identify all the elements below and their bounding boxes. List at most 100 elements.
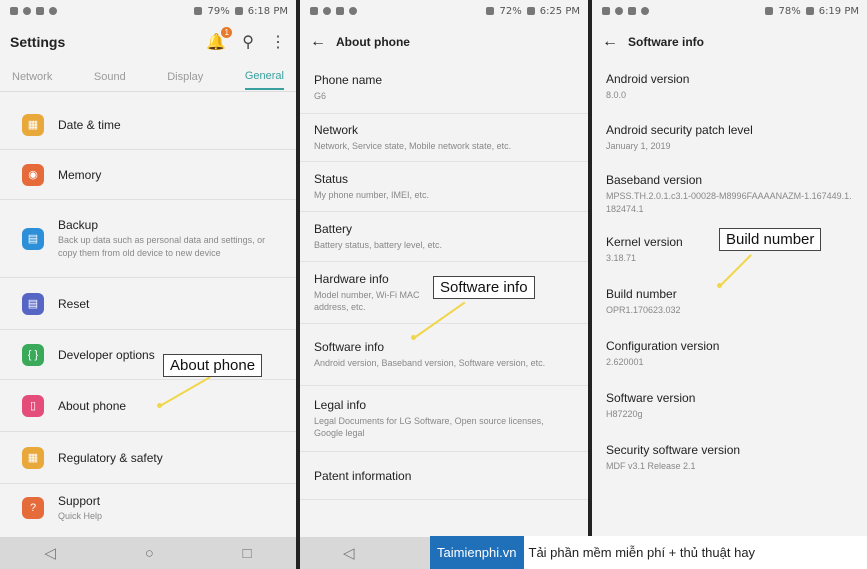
notification-icon: [310, 7, 318, 15]
support-icon: ?: [22, 497, 44, 519]
info-item-battery[interactable]: Battery Battery status, battery level, e…: [300, 212, 588, 262]
regulatory-icon: ▦: [22, 446, 44, 469]
info-item-label: Software info: [314, 339, 385, 354]
notification-icon: [323, 7, 331, 15]
more-options-icon[interactable]: ⋮: [270, 32, 286, 52]
developer-icon: { }: [22, 343, 44, 366]
software-info-screen: 78% 6:19 PM ← Software info Android vers…: [592, 0, 867, 569]
callout-pointer-dot: [411, 335, 416, 340]
page-title: Software info: [628, 35, 705, 49]
info-item-security-patch[interactable]: Android security patch level January 1, …: [592, 112, 867, 164]
callout-software-info: Software info: [433, 276, 535, 299]
menu-item-about-phone[interactable]: ▯ About phone: [0, 380, 296, 432]
info-item-software-version[interactable]: Software version H87220g: [592, 380, 867, 432]
home-nav-icon[interactable]: ○: [145, 545, 154, 562]
info-item-status[interactable]: Status My phone number, IMEI, etc.: [300, 162, 588, 212]
info-item-patent-information[interactable]: Patent information: [300, 452, 588, 500]
notification-icon: [49, 7, 57, 15]
menu-item-label: Reset: [58, 296, 90, 311]
info-item-label: Patent information: [314, 468, 412, 483]
info-item-value: 8.0.0: [606, 90, 627, 101]
watermark-text: Tải phần mềm miễn phí + thủ thuật hay: [523, 536, 867, 569]
info-item-value: 3.18.71: [606, 253, 637, 264]
notification-icon: [615, 7, 623, 15]
software-info-list: Android version 8.0.0 Android security p…: [592, 62, 867, 484]
back-nav-icon[interactable]: ◁: [343, 544, 355, 562]
page-title: About phone: [336, 35, 410, 49]
tab-general[interactable]: General: [244, 64, 284, 90]
settings-list: ▦ Date & time ◉ Memory ▤ Backup Back up …: [0, 100, 296, 532]
app-bar: ← Software info: [592, 22, 867, 62]
info-item-baseband-version[interactable]: Baseband version MPSS.TH.2.0.1.c3.1-0002…: [592, 164, 867, 224]
info-item-value: MDF v3.1 Release 2.1: [606, 461, 696, 472]
info-item-label: Legal info: [314, 397, 367, 412]
signal-icon: [765, 7, 774, 15]
info-item-software-info[interactable]: Software info Android version, Baseband …: [300, 324, 588, 386]
notification-icon: [628, 7, 636, 15]
menu-item-label: Backup: [58, 218, 99, 233]
tab-sound[interactable]: Sound: [94, 65, 126, 89]
notification-icon: [349, 7, 357, 15]
tab-network[interactable]: Network: [12, 65, 52, 89]
back-nav-icon[interactable]: ◁: [44, 544, 56, 562]
battery-level: 72%: [499, 5, 522, 17]
menu-item-description: Quick Help: [58, 510, 103, 521]
info-item-legal-info[interactable]: Legal info Legal Documents for LG Softwa…: [300, 386, 588, 452]
info-item-network[interactable]: Network Network, Service state, Mobile n…: [300, 114, 588, 162]
info-item-value: MPSS.TH.2.0.1.c3.1-00028-M8996FAAAANAZM-…: [606, 191, 852, 214]
clock: 6:19 PM: [818, 5, 859, 17]
info-item-configuration-version[interactable]: Configuration version 2.620001: [592, 328, 867, 380]
back-arrow-icon[interactable]: ←: [310, 34, 326, 50]
back-arrow-icon[interactable]: ←: [602, 34, 618, 50]
clock: 6:25 PM: [539, 5, 580, 17]
info-item-value: OPR1.170623.032: [606, 305, 681, 316]
info-item-label: Status: [314, 171, 349, 186]
status-bar: 72% 6:25 PM: [300, 0, 588, 22]
info-item-value: 2.620001: [606, 357, 644, 368]
notification-icon: [641, 7, 649, 15]
menu-item-reset[interactable]: ▤ Reset: [0, 278, 296, 330]
notification-bell-icon[interactable]: 🔔 1: [206, 27, 233, 52]
info-item-value: G6: [314, 90, 327, 101]
info-item-build-number[interactable]: Build number OPR1.170623.032: [592, 276, 867, 328]
menu-item-regulatory-safety[interactable]: ▦ Regulatory & safety: [0, 432, 296, 484]
info-item-value: H87220g: [606, 409, 643, 420]
tab-display[interactable]: Display: [167, 65, 203, 89]
menu-item-backup[interactable]: ▤ Backup Back up data such as personal d…: [0, 200, 296, 278]
info-item-label: Configuration version: [606, 339, 720, 354]
info-item-phone-name[interactable]: Phone name G6: [300, 62, 588, 114]
menu-item-date-time[interactable]: ▦ Date & time: [0, 100, 296, 150]
status-bar: 79% 6:18 PM: [0, 0, 296, 22]
info-item-security-software-version[interactable]: Security software version MDF v3.1 Relea…: [592, 432, 867, 484]
menu-item-memory[interactable]: ◉ Memory: [0, 150, 296, 200]
info-item-value: Model number, Wi-Fi MAC address, etc.: [314, 289, 420, 312]
info-item-android-version[interactable]: Android version 8.0.0: [592, 62, 867, 112]
menu-item-label: Developer options: [58, 347, 155, 362]
notification-icon: [23, 7, 31, 15]
menu-item-label: Date & time: [58, 117, 121, 132]
search-icon[interactable]: ⚲: [242, 32, 254, 52]
navigation-bar: ◁ ○ □: [0, 537, 296, 569]
battery-icon: [526, 7, 535, 15]
battery-icon: [805, 7, 814, 15]
callout-about-phone: About phone: [163, 354, 263, 377]
notification-badge: 1: [221, 27, 233, 38]
menu-item-support[interactable]: ? Support Quick Help: [0, 484, 296, 532]
signal-icon: [486, 7, 495, 15]
memory-icon: ◉: [22, 163, 44, 186]
recents-nav-icon[interactable]: □: [243, 545, 252, 562]
callout-pointer-dot: [717, 283, 722, 288]
menu-item-label: Regulatory & safety: [58, 450, 163, 465]
info-item-label: Phone name: [314, 72, 383, 87]
battery-icon: [234, 7, 243, 15]
info-item-label: Build number: [606, 287, 677, 302]
info-item-value: Network, Service state, Mobile network s…: [314, 140, 512, 151]
notification-icon: [602, 7, 610, 15]
menu-item-label: About phone: [58, 398, 127, 413]
reset-icon: ▤: [22, 292, 44, 315]
info-item-label: Battery: [314, 221, 353, 236]
backup-icon: ▤: [22, 227, 44, 250]
info-item-label: Software version: [606, 391, 696, 406]
info-item-value: Legal Documents for LG Software, Open so…: [314, 415, 544, 438]
settings-tabs: Network Sound Display General: [0, 62, 296, 92]
